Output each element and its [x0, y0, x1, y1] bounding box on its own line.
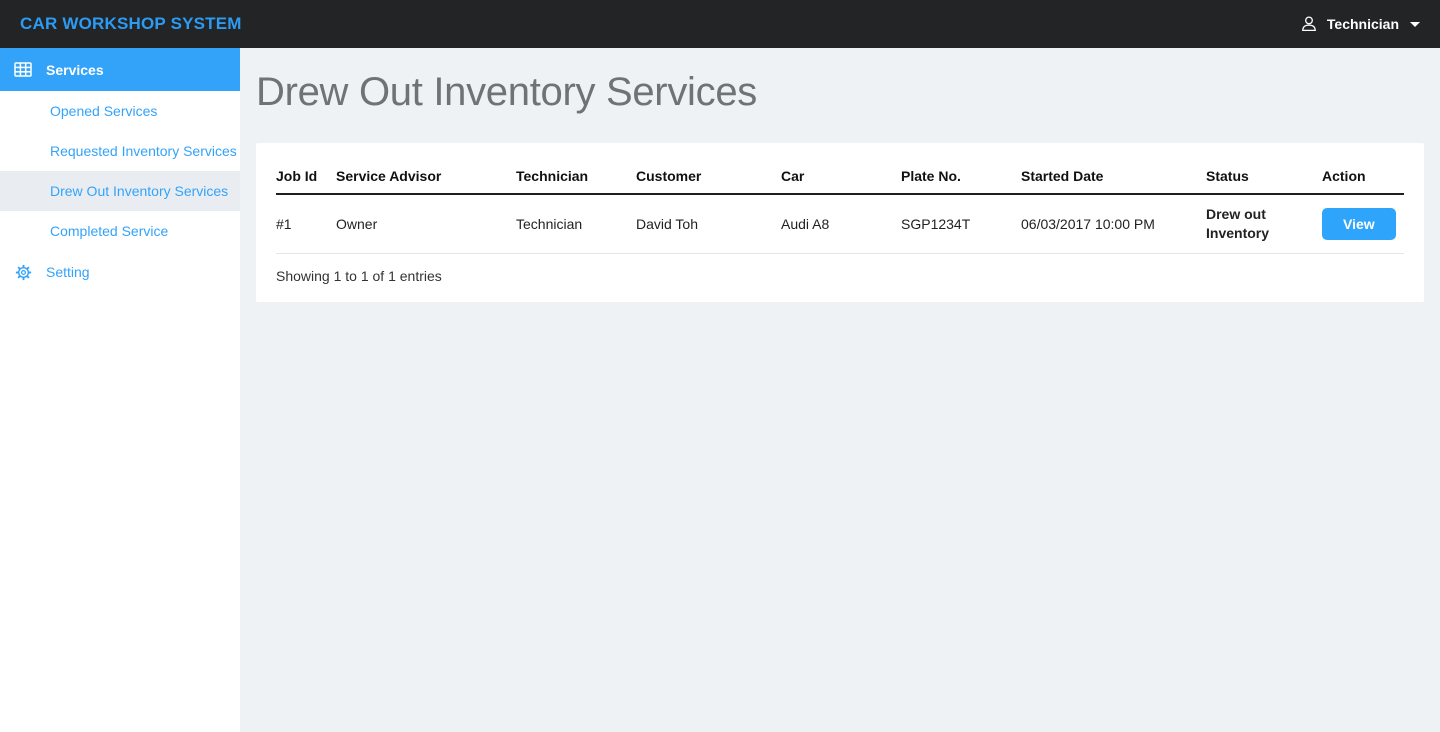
- col-header-car: Car: [781, 161, 901, 194]
- col-header-plate-no: Plate No.: [901, 161, 1021, 194]
- sidebar: Services Opened Services Requested Inven…: [0, 48, 240, 732]
- col-header-action: Action: [1322, 161, 1404, 194]
- cell-customer: David Toh: [636, 194, 781, 254]
- table-header-row: Job Id Service Advisor Technician Custom…: [276, 161, 1404, 194]
- cell-started-date: 06/03/2017 10:00 PM: [1021, 194, 1206, 254]
- person-icon: [1300, 15, 1318, 33]
- col-header-job-id: Job Id: [276, 161, 336, 194]
- sidebar-item-opened-services[interactable]: Opened Services: [0, 91, 240, 131]
- sidebar-item-label: Drew Out Inventory Services: [50, 183, 228, 199]
- col-header-status: Status: [1206, 161, 1322, 194]
- app-brand[interactable]: CAR WORKSHOP SYSTEM: [20, 14, 242, 34]
- cell-job-id: #1: [276, 194, 336, 254]
- user-name: Technician: [1327, 16, 1399, 32]
- col-header-started-date: Started Date: [1021, 161, 1206, 194]
- sidebar-item-label: Opened Services: [50, 103, 157, 119]
- sidebar-item-label: Requested Inventory Services: [50, 143, 237, 159]
- table-icon: [14, 62, 32, 77]
- cell-service-advisor: Owner: [336, 194, 516, 254]
- sidebar-submenu: Opened Services Requested Inventory Serv…: [0, 91, 240, 251]
- sidebar-setting-label: Setting: [46, 264, 90, 280]
- topbar: CAR WORKSHOP SYSTEM Technician: [0, 0, 1440, 48]
- cell-plate-no: SGP1234T: [901, 194, 1021, 254]
- table-entries-summary: Showing 1 to 1 of 1 entries: [276, 254, 1404, 284]
- caret-down-icon: [1410, 22, 1420, 27]
- col-header-technician: Technician: [516, 161, 636, 194]
- sidebar-item-label: Completed Service: [50, 223, 168, 239]
- gear-icon: [14, 263, 33, 282]
- cell-technician: Technician: [516, 194, 636, 254]
- main-content: Drew Out Inventory Services Job Id Servi…: [240, 48, 1440, 732]
- sidebar-item-drew-out-inventory-services[interactable]: Drew Out Inventory Services: [0, 171, 240, 211]
- user-dropdown[interactable]: Technician: [1300, 15, 1420, 33]
- sidebar-item-services[interactable]: Services: [0, 48, 240, 91]
- status-badge: Drew out Inventory: [1206, 194, 1322, 254]
- view-button[interactable]: View: [1322, 208, 1396, 240]
- cell-action: View: [1322, 194, 1404, 254]
- col-header-customer: Customer: [636, 161, 781, 194]
- sidebar-item-completed-service[interactable]: Completed Service: [0, 211, 240, 251]
- cell-car: Audi A8: [781, 194, 901, 254]
- services-table: Job Id Service Advisor Technician Custom…: [276, 161, 1404, 254]
- sidebar-item-setting[interactable]: Setting: [0, 251, 240, 293]
- page-title: Drew Out Inventory Services: [256, 70, 1424, 115]
- services-table-card: Job Id Service Advisor Technician Custom…: [256, 143, 1424, 302]
- table-row: #1 Owner Technician David Toh Audi A8 SG…: [276, 194, 1404, 254]
- col-header-service-advisor: Service Advisor: [336, 161, 516, 194]
- sidebar-item-requested-inventory-services[interactable]: Requested Inventory Services: [0, 131, 240, 171]
- sidebar-services-label: Services: [46, 62, 104, 78]
